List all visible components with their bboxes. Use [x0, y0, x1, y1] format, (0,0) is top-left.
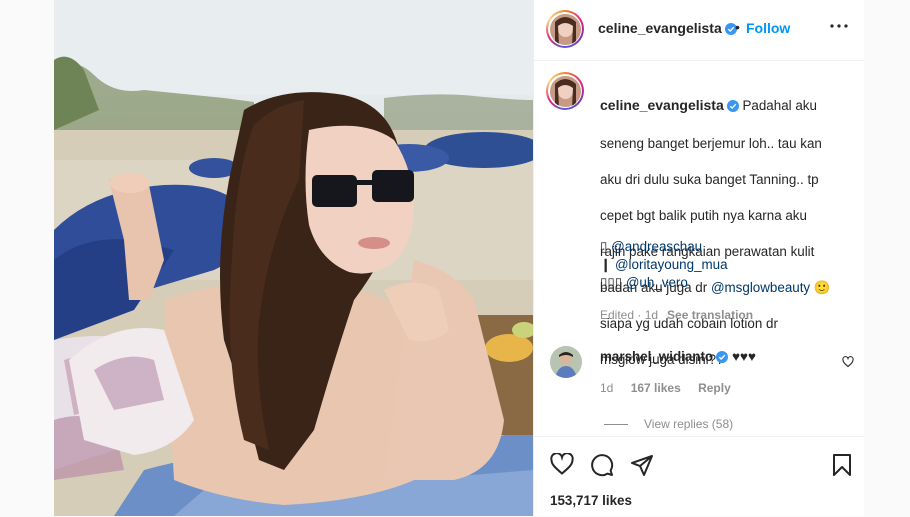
edited-timestamp: Edited · 1d	[600, 308, 659, 322]
caption-line: cepet bgt balik putih nya karna aku	[600, 208, 807, 223]
share-paper-plane-icon[interactable]	[630, 453, 654, 477]
page-margin	[864, 0, 910, 516]
caption-text: celine_evangelista Padahal aku seneng ba…	[600, 78, 840, 387]
author-username[interactable]: celine_evangelista	[598, 20, 722, 36]
replies-divider	[604, 423, 628, 425]
caption-line: seneng banget berjemur loh.. tau kan	[600, 136, 822, 151]
see-translation-button[interactable]: See translation	[667, 308, 753, 322]
comment-age: 1d	[600, 381, 614, 395]
caption-author-avatar[interactable]	[546, 72, 584, 110]
smile-emoji-icon: 🙂	[813, 280, 831, 295]
post-likes-count[interactable]: 153,717 likes	[550, 493, 632, 508]
commenter-avatar[interactable]	[550, 346, 582, 378]
credit-mention-link[interactable]: @uh_vero	[626, 275, 688, 290]
caption-credits: ▯ @andreaschau ❙ @loritayoung_mua ▯▯▯ @u…	[600, 238, 728, 292]
follow-button[interactable]: Follow	[746, 20, 790, 36]
lipstick-emoji-icon: ❙	[600, 257, 612, 272]
verified-badge-icon	[716, 351, 729, 366]
verified-badge-icon	[726, 99, 739, 117]
post-header: celine_evangelista • Follow	[534, 0, 865, 61]
caption-username[interactable]: celine_evangelista	[600, 97, 724, 113]
author-avatar[interactable]	[546, 10, 584, 48]
more-options-icon[interactable]	[830, 24, 848, 28]
post-photo[interactable]	[54, 0, 533, 516]
caption-meta: Edited · 1d See translation	[600, 308, 753, 322]
view-replies-button[interactable]: View replies (58)	[604, 417, 733, 431]
header-separator: •	[735, 19, 740, 35]
post-photo-scene	[54, 0, 533, 516]
swimwear-emoji-icon: ▯▯▯	[600, 275, 623, 290]
commenter-username[interactable]: marshel_widianto	[600, 349, 713, 364]
comment-likes[interactable]: 167 likes	[631, 381, 681, 395]
post-action-bar: 153,717 likes	[534, 436, 865, 517]
reply-button[interactable]: Reply	[698, 381, 731, 395]
like-heart-icon[interactable]	[550, 453, 574, 475]
caption-line: aku dri dulu suka banget Tanning.. tp	[600, 172, 819, 187]
comment-item: marshel_widianto ♥♥♥ 1d 167 likes Reply	[550, 346, 854, 406]
credit-mention-link[interactable]: @loritayoung_mua	[615, 257, 728, 272]
credit-mention-link[interactable]: @andreaschau	[611, 239, 702, 254]
comment-text: ♥♥♥	[732, 349, 756, 364]
comment-bubble-icon[interactable]	[590, 453, 614, 477]
caption-line: Padahal aku	[742, 98, 817, 113]
save-bookmark-icon[interactable]	[832, 453, 852, 477]
post-side-panel: celine_evangelista • Follow celine_evang…	[533, 0, 865, 516]
like-comment-heart-icon[interactable]	[842, 356, 854, 368]
view-replies-label: View replies (58)	[644, 417, 734, 431]
camera-emoji-icon: ▯	[600, 239, 608, 254]
author-name-row: celine_evangelista	[598, 20, 737, 40]
